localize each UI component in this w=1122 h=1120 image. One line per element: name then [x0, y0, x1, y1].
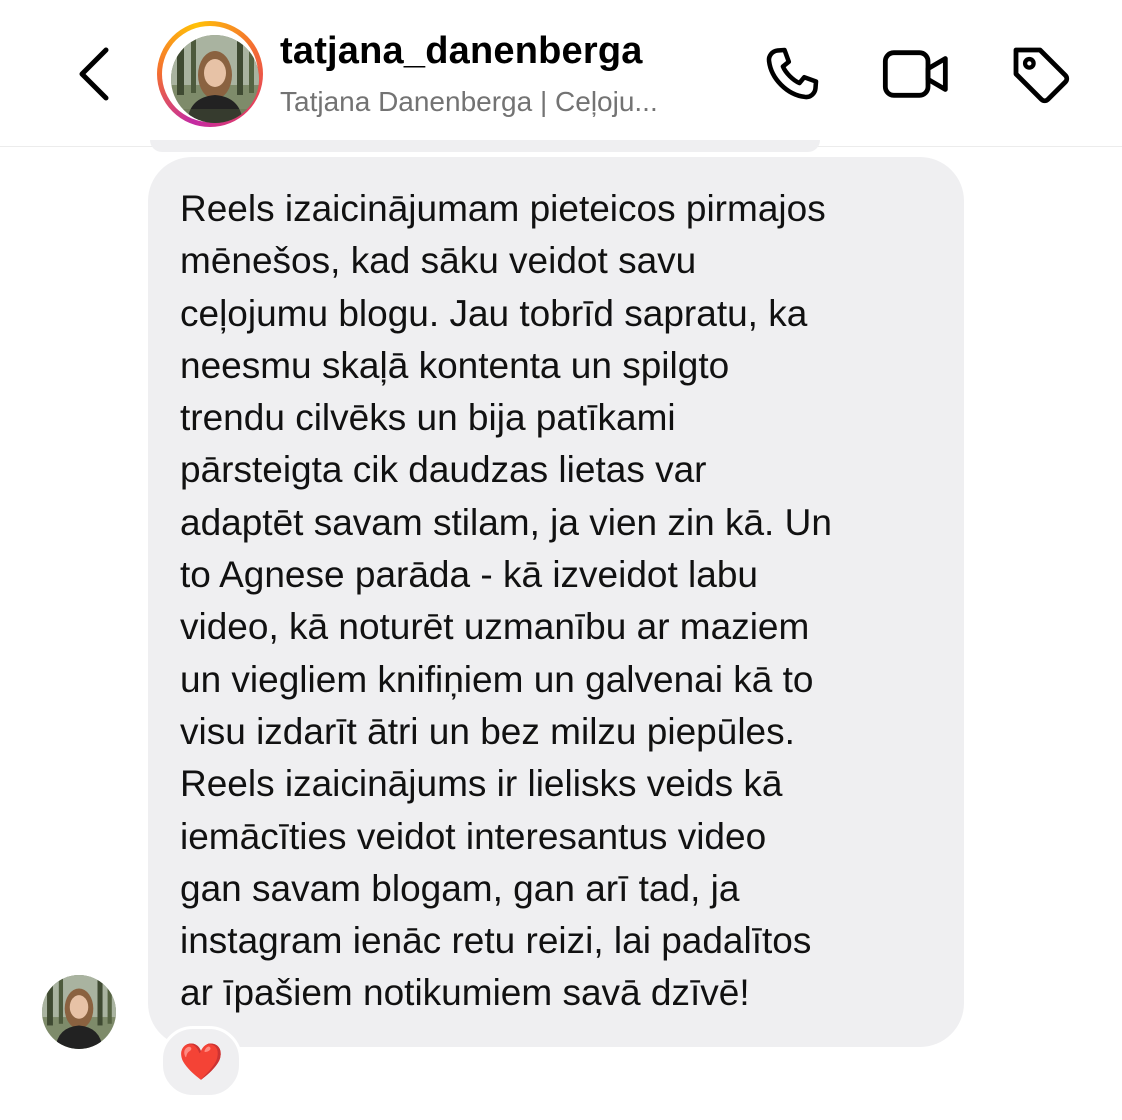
video-call-button[interactable]: [880, 38, 952, 110]
dm-thread-screen: tatjana_danenberga Tatjana Danenberga | …: [0, 0, 1122, 1120]
previous-message-bubble: [150, 140, 820, 152]
chat-subtitle[interactable]: Tatjana Danenberga | Ceļoju...: [280, 86, 720, 118]
avatar: [171, 35, 259, 123]
profile-avatar-story-ring[interactable]: [157, 21, 263, 127]
chat-username[interactable]: tatjana_danenberga: [280, 30, 643, 73]
message-text: Reels izaicinājumam pieteicos pirmajos m…: [180, 188, 832, 1014]
heart-reaction[interactable]: ❤️: [160, 1026, 242, 1098]
video-camera-icon: [882, 50, 948, 98]
chat-header: tatjana_danenberga Tatjana Danenberga | …: [0, 0, 1122, 147]
chevron-left-icon: [79, 47, 109, 101]
avatar: [42, 975, 116, 1049]
tag-icon: [1013, 47, 1070, 104]
phone-icon: [766, 47, 819, 100]
heart-icon: ❤️: [178, 1041, 224, 1082]
back-button[interactable]: [62, 40, 126, 108]
message-bubble[interactable]: Reels izaicinājumam pieteicos pirmajos m…: [148, 157, 964, 1047]
sender-avatar[interactable]: [42, 975, 116, 1049]
tag-button[interactable]: [1004, 38, 1076, 110]
call-button[interactable]: [756, 38, 828, 110]
